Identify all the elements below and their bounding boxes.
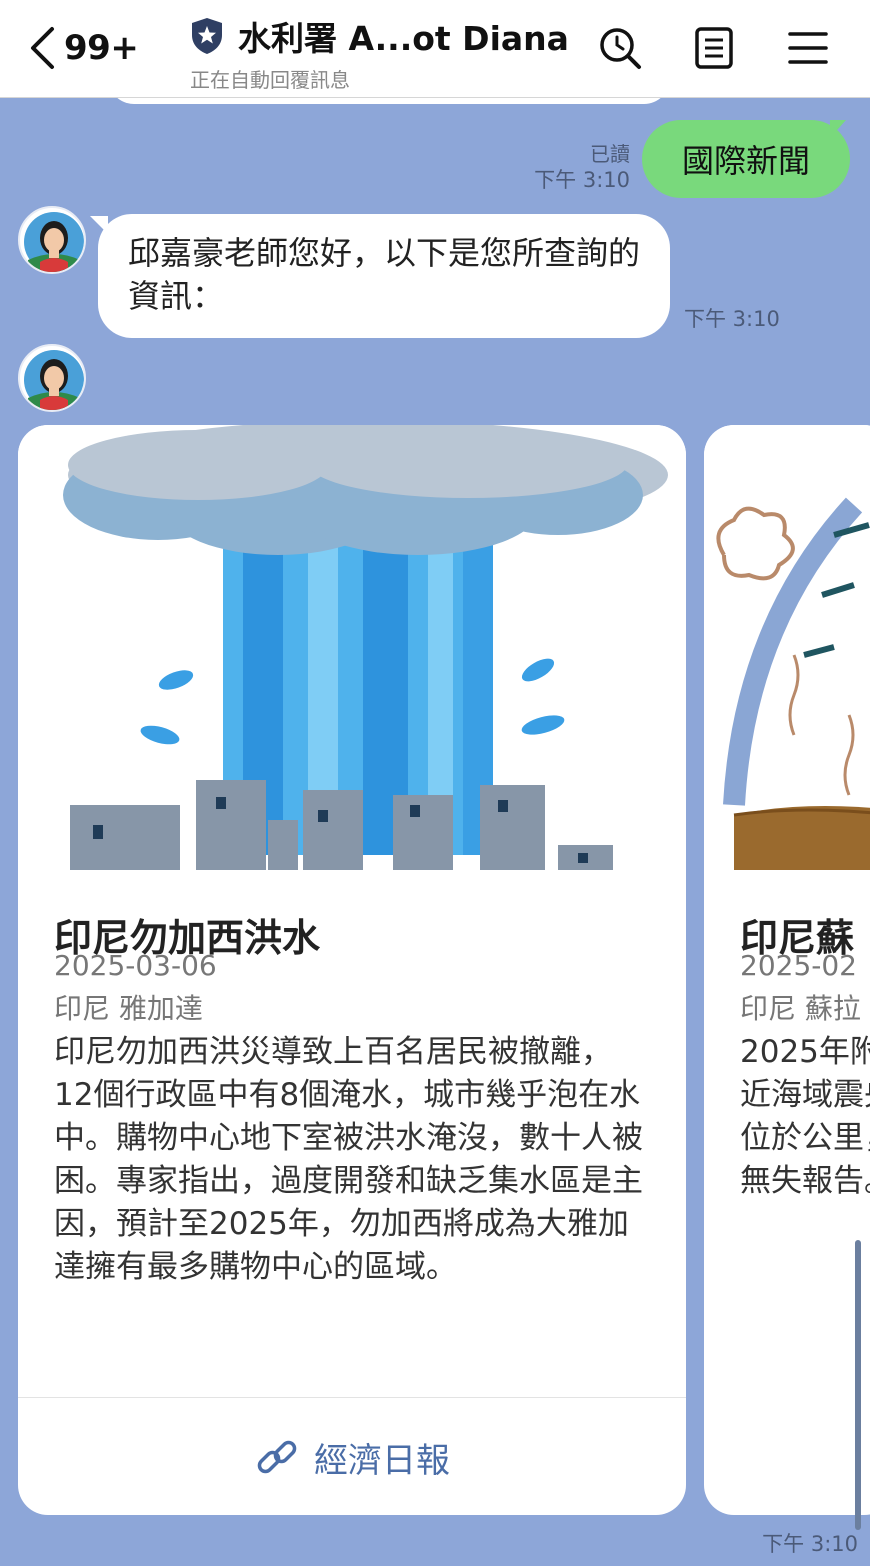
chat-title: 水利署 A...ot Diana: [238, 19, 569, 58]
notes-button[interactable]: [690, 24, 738, 72]
chat-title-area[interactable]: 水利署 A...ot Diana 正在自動回覆訊息: [190, 12, 580, 93]
shield-star-icon: [192, 18, 222, 54]
flood-illustration: [18, 425, 686, 870]
read-receipt: 已讀: [590, 142, 630, 166]
card-location: 印尼 雅加達: [54, 992, 203, 1025]
card-description: 2025年附近海域震央位於公里，無失報告。: [740, 1034, 870, 1199]
outgoing-message-time: 下午 3:10: [534, 168, 630, 192]
avatar-icon: [24, 212, 84, 272]
chat-subtitle: 正在自動回覆訊息: [190, 68, 350, 92]
card-description: 印尼勿加西洪災導致上百名居民被撤離，12個行政區中有8個淹水，城市幾乎泡在水中。…: [54, 1034, 643, 1285]
outgoing-message-text: 國際新聞: [681, 142, 810, 180]
card-date: 2025-03-06: [54, 949, 217, 982]
card-location: 印尼 蘇拉: [740, 992, 861, 1025]
avatar-icon: [24, 350, 84, 410]
carousel-message-time: 下午 3:10: [762, 1532, 858, 1556]
tsunami-illustration: [704, 425, 870, 870]
source-link-label: 經濟日報: [314, 1440, 450, 1481]
bot-avatar[interactable]: [18, 206, 86, 274]
incoming-message-time: 下午 3:10: [684, 307, 780, 331]
search-icon: [600, 28, 641, 69]
scrollbar[interactable]: [855, 1240, 861, 1530]
outgoing-message-bubble[interactable]: 國際新聞: [642, 120, 850, 198]
chat-header: 99+ 水利署 A...ot Diana 正在自動回覆訊息: [0, 0, 870, 98]
source-link-button[interactable]: 經濟日報: [18, 1399, 686, 1515]
unread-count: 99+: [64, 28, 139, 68]
back-button[interactable]: 99+: [28, 22, 139, 74]
bot-avatar[interactable]: [18, 344, 86, 412]
news-card[interactable]: 印尼勿加西洪水 2025-03-06 印尼 雅加達 印尼勿加西洪災導致上百名居民…: [18, 425, 686, 1515]
card-divider: [18, 1397, 686, 1398]
chevron-left-icon: [31, 27, 54, 69]
incoming-message-text: 邱嘉豪老師您好，以下是您所查詢的資訊：: [128, 234, 641, 315]
incoming-message-bubble[interactable]: 邱嘉豪老師您好，以下是您所查詢的資訊：: [98, 214, 670, 338]
card-date: 2025-02: [740, 949, 857, 982]
search-button[interactable]: [596, 24, 644, 72]
notes-icon: [695, 27, 733, 69]
news-card[interactable]: 印尼蘇 2025-02 印尼 蘇拉 2025年附近海域震央位於公里，無失報告。: [704, 425, 870, 1515]
menu-button[interactable]: [784, 24, 832, 72]
hamburger-menu-icon: [788, 32, 828, 64]
link-icon: [257, 1440, 297, 1474]
